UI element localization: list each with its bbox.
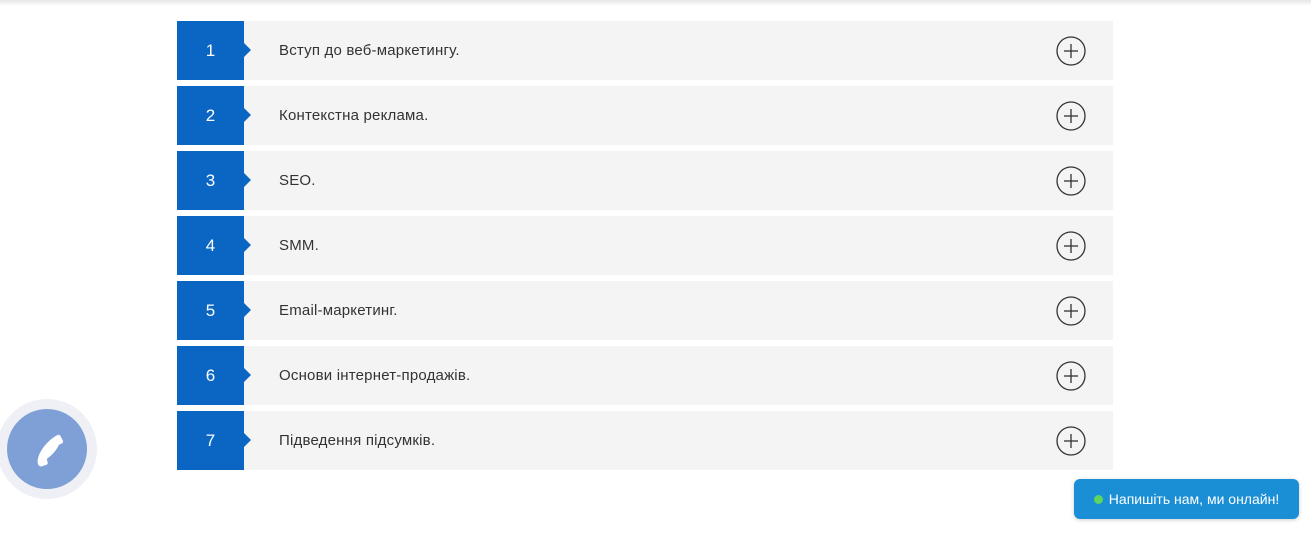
- item-title: SMM.: [279, 237, 319, 254]
- phone-circle: [7, 409, 87, 489]
- online-chat-button[interactable]: Напишіть нам, ми онлайн!: [1074, 479, 1299, 519]
- accordion-item-6[interactable]: 6 Основи інтернет-продажів.: [177, 346, 1113, 405]
- item-number: 1: [177, 21, 251, 80]
- accordion-item-5[interactable]: 5 Email-маркетинг.: [177, 281, 1113, 340]
- item-number: 2: [177, 86, 251, 145]
- chat-button-label: Напишіть нам, ми онлайн!: [1108, 491, 1280, 507]
- callback-phone-button[interactable]: [0, 399, 97, 499]
- plus-circle-icon[interactable]: [1056, 230, 1086, 261]
- plus-circle-icon[interactable]: [1056, 360, 1086, 391]
- item-title: Підведення підсумків.: [279, 432, 436, 449]
- header-shadow: [0, 0, 1311, 6]
- plus-circle-icon[interactable]: [1056, 425, 1086, 456]
- plus-circle-icon[interactable]: [1056, 100, 1086, 131]
- item-number: 5: [177, 281, 251, 340]
- item-title: Email-маркетинг.: [279, 302, 398, 319]
- item-title: Контекстна реклама.: [279, 107, 429, 124]
- item-title: Основи інтернет-продажів.: [279, 367, 471, 384]
- item-title: Вступ до веб-маркетингу.: [279, 42, 460, 59]
- item-number: 7: [177, 411, 251, 470]
- accordion-item-2[interactable]: 2 Контекстна реклама.: [177, 86, 1113, 145]
- item-number: 4: [177, 216, 251, 275]
- item-number: 3: [177, 151, 251, 210]
- online-status-icon: [1093, 494, 1103, 504]
- item-number: 6: [177, 346, 251, 405]
- course-program-accordion: 1 Вступ до веб-маркетингу. 2 Контекстна …: [177, 21, 1113, 476]
- plus-circle-icon[interactable]: [1056, 35, 1086, 66]
- plus-circle-icon[interactable]: [1056, 295, 1086, 326]
- accordion-item-7[interactable]: 7 Підведення підсумків.: [177, 411, 1113, 470]
- accordion-item-1[interactable]: 1 Вступ до веб-маркетингу.: [177, 21, 1113, 80]
- accordion-item-4[interactable]: 4 SMM.: [177, 216, 1113, 275]
- phone-icon: [37, 434, 64, 467]
- item-title: SEO.: [279, 172, 316, 189]
- accordion-item-3[interactable]: 3 SEO.: [177, 151, 1113, 210]
- plus-circle-icon[interactable]: [1056, 165, 1086, 196]
